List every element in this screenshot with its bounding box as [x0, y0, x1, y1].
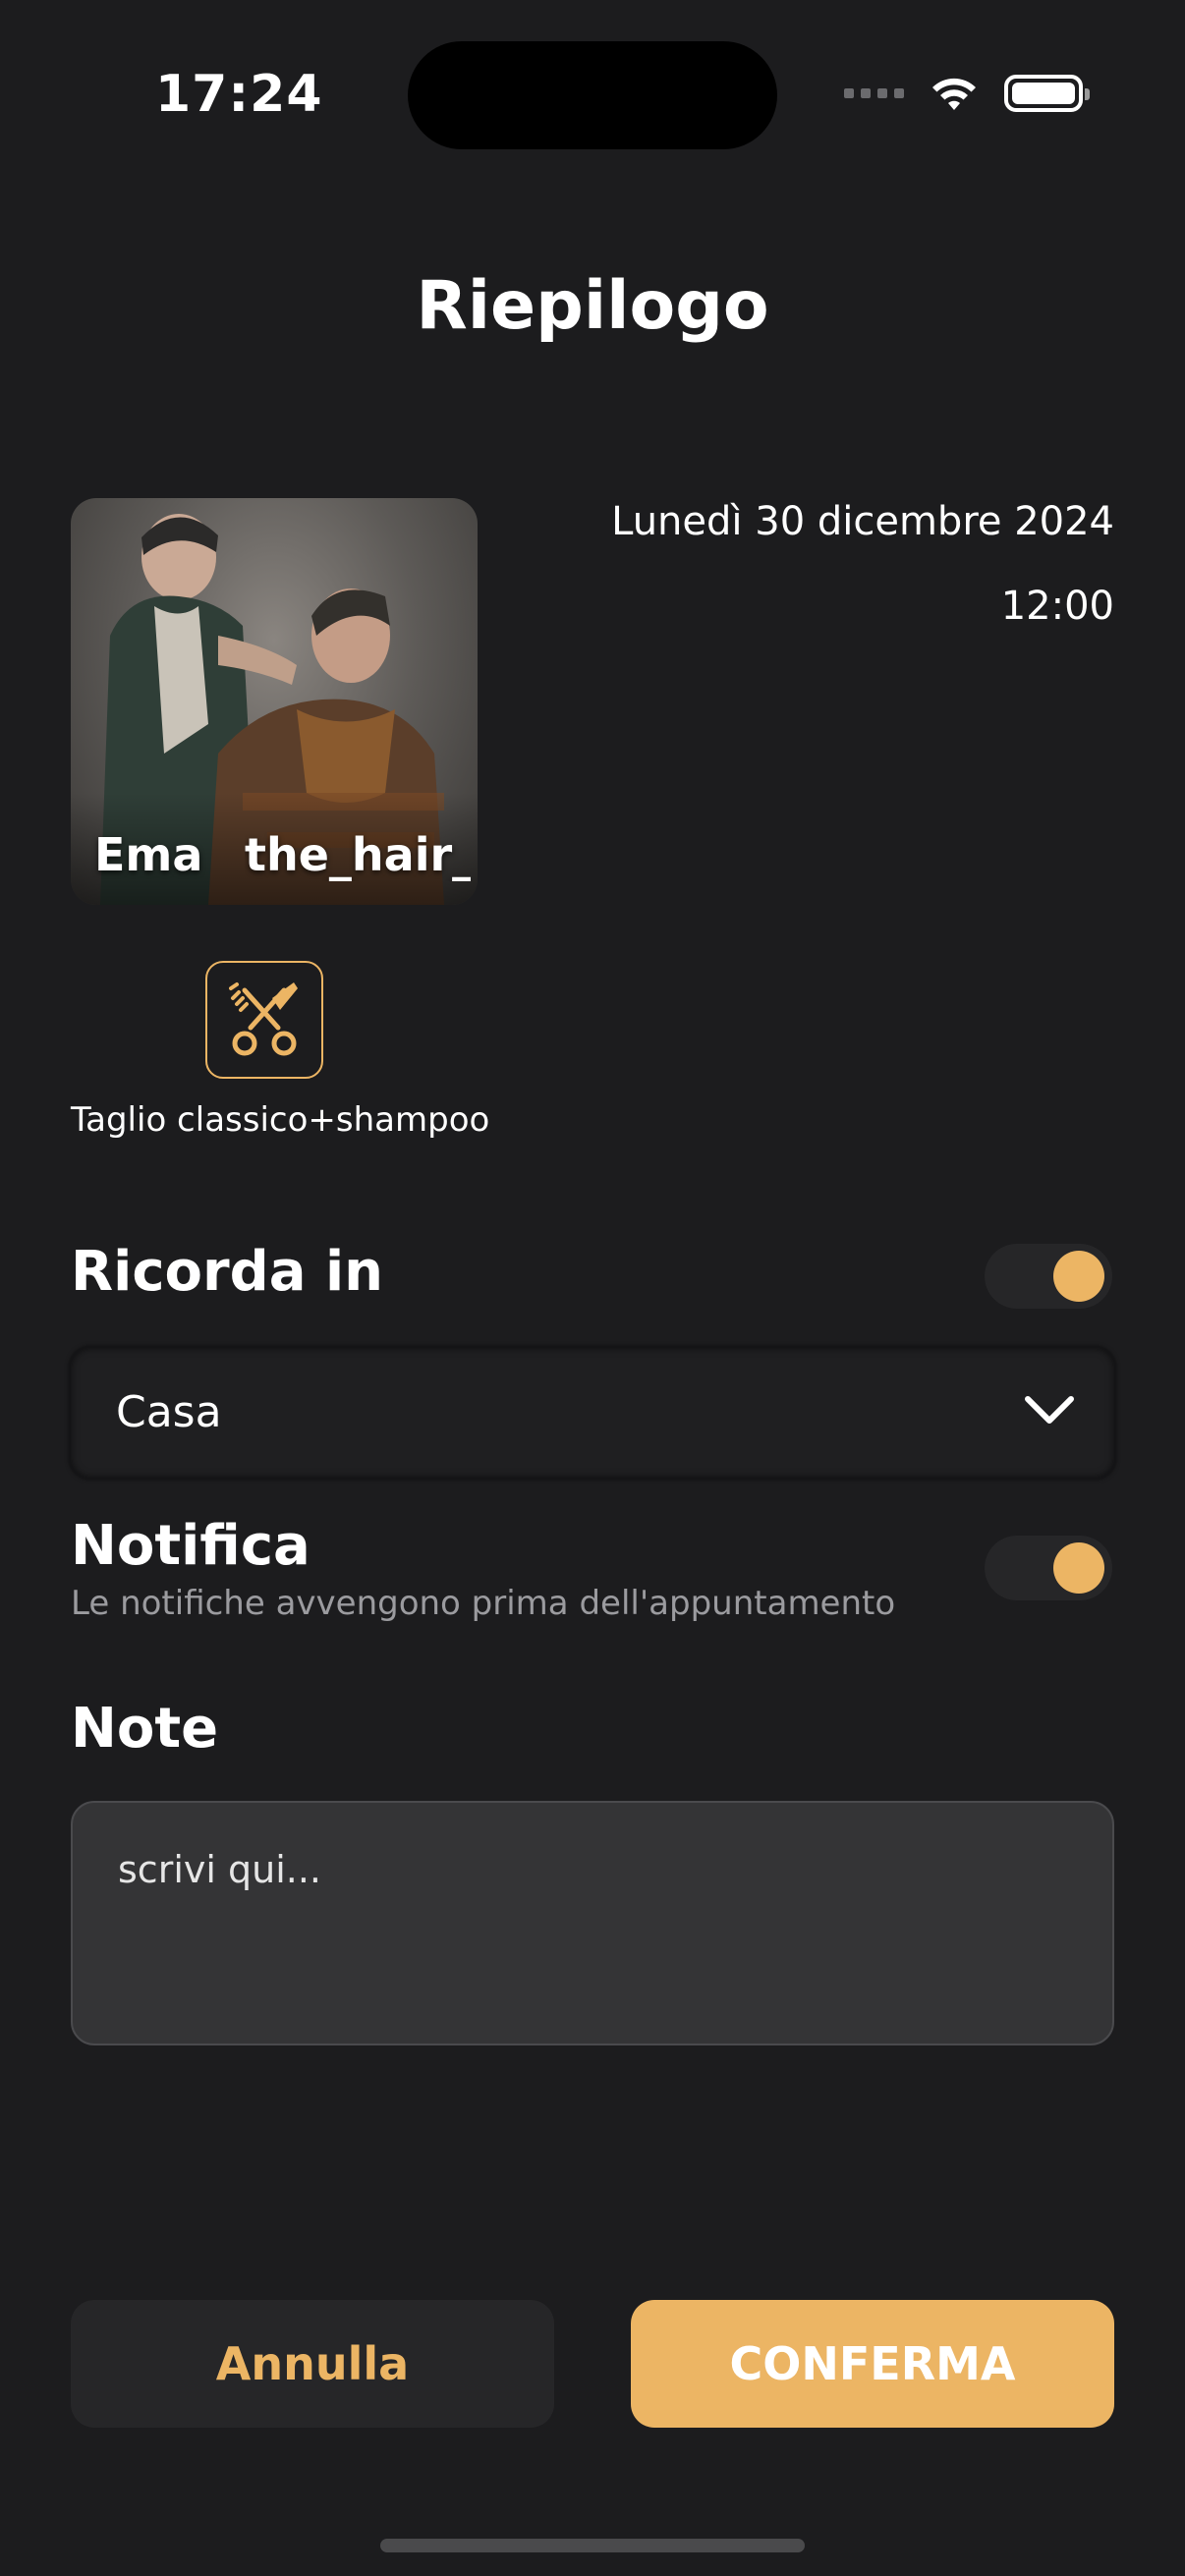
wifi-icon [932, 78, 976, 110]
cancel-button[interactable]: Annulla [71, 2300, 554, 2428]
appointment-date: Lunedì 30 dicembre 2024 [611, 499, 1114, 544]
notification-subtitle: Le notifiche avvengono prima dell'appunt… [71, 1584, 896, 1623]
appointment-time: 12:00 [1000, 584, 1114, 629]
notes-box [71, 1801, 1114, 2045]
reminder-toggle[interactable] [985, 1244, 1112, 1309]
notification-toggle[interactable] [985, 1536, 1112, 1600]
confirm-button[interactable]: CONFERMA [631, 2300, 1114, 2428]
dynamic-island [408, 41, 777, 149]
battery-icon [1004, 75, 1090, 112]
notification-toggle-knob [1053, 1542, 1104, 1594]
comb-scissors-icon [229, 982, 298, 1056]
barber-handle: the_hair_s [245, 828, 471, 881]
status-time: 17:24 [155, 65, 323, 124]
service-icon-box [205, 961, 323, 1079]
page-title: Riepilogo [416, 267, 769, 345]
status-icons [844, 69, 1090, 118]
calendar-select-value: Casa [116, 1387, 222, 1437]
notification-title: Notifica [71, 1514, 310, 1578]
reminder-title: Ricorda in [71, 1240, 384, 1304]
cellular-signal-icon [844, 88, 904, 98]
summary-screen: 17:24 Riepilogo Ema the_hair Lunedì 30 d… [0, 0, 1185, 2576]
barber-name: Ema [94, 828, 203, 881]
home-indicator [380, 2539, 805, 2552]
notes-input[interactable] [73, 1803, 1112, 2044]
chevron-down-icon [1025, 1396, 1074, 1424]
calendar-select[interactable]: Casa [69, 1346, 1116, 1480]
service-label: Taglio classico+shampoo [71, 1100, 490, 1140]
reminder-toggle-knob [1053, 1251, 1104, 1302]
barber-photo: Ema the_hair_s [71, 498, 478, 905]
notes-title: Note [71, 1697, 219, 1761]
